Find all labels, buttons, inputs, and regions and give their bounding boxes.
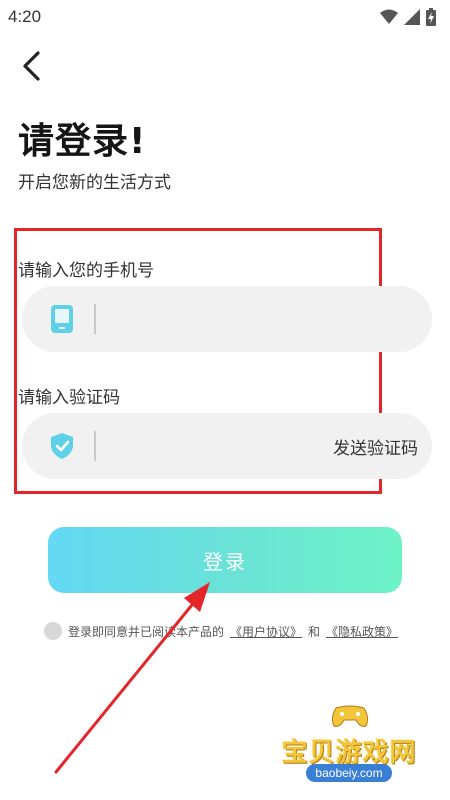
annotation-arrow — [54, 582, 210, 774]
watermark-logo: 宝贝游戏网 baobeiy.com — [278, 704, 438, 796]
gamepad-icon — [331, 705, 369, 727]
watermark-domain: baobeiy.com — [306, 764, 392, 782]
